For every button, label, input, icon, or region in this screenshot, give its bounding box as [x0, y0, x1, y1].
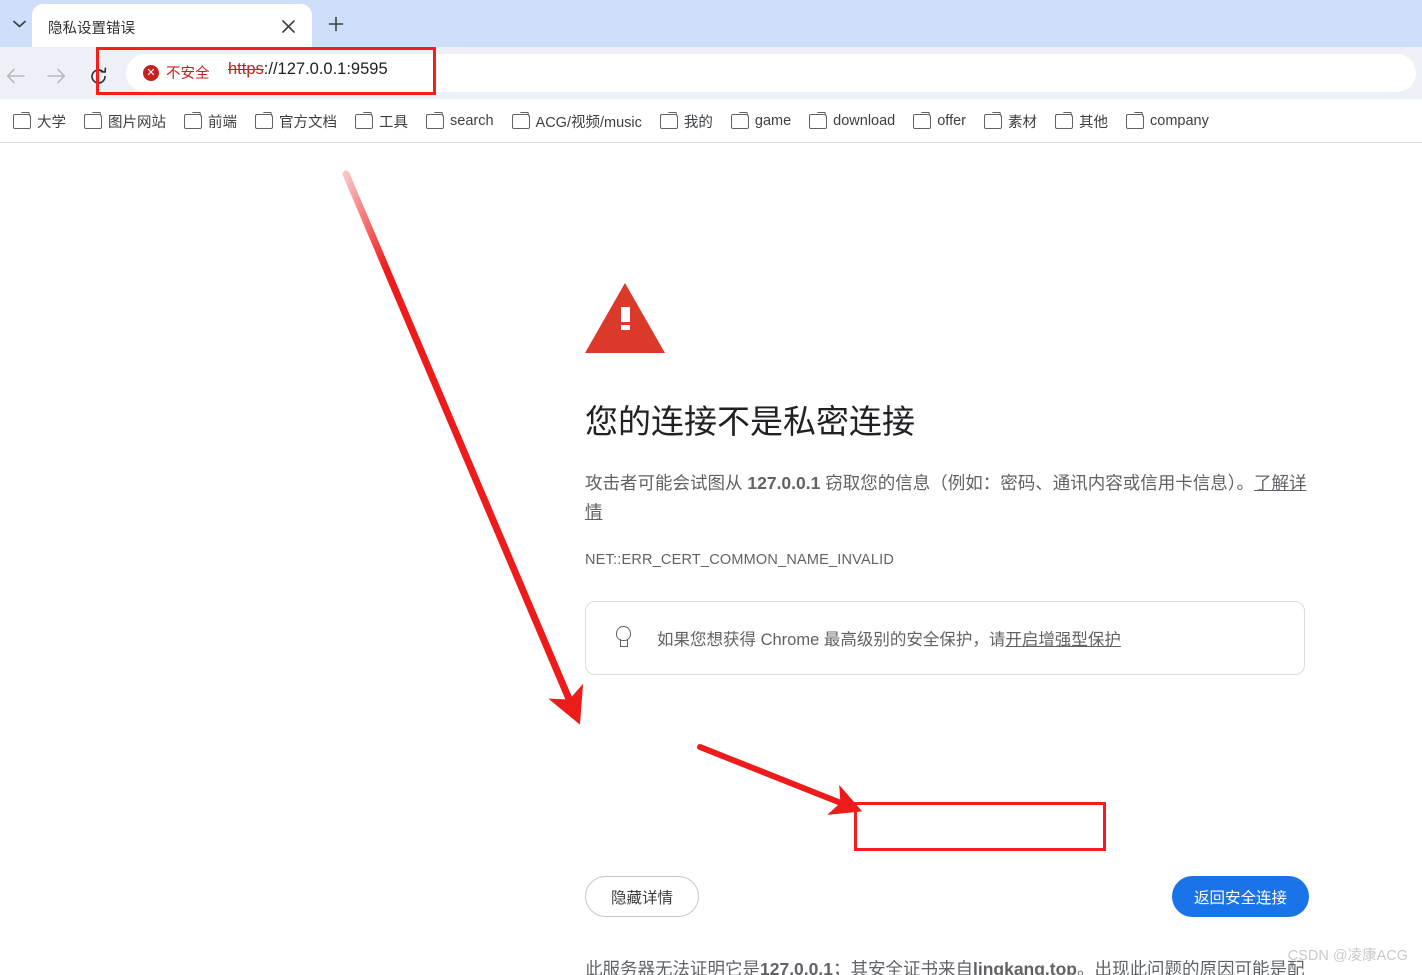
bookmark-label: 大学: [37, 111, 66, 132]
lightbulb-icon: [614, 626, 631, 650]
bookmark-label: 前端: [208, 111, 237, 132]
back-to-safety-button[interactable]: 返回安全连接: [1172, 876, 1309, 917]
tip-text: 如果您想获得 Chrome 最高级别的安全保护，请开启增强型保护: [657, 626, 1121, 650]
enhanced-protection-tip: 如果您想获得 Chrome 最高级别的安全保护，请开启增强型保护: [585, 601, 1305, 675]
folder-icon: [355, 114, 372, 128]
new-tab-button[interactable]: [322, 10, 350, 38]
folder-icon: [255, 114, 272, 128]
details-cert-host: lingkang.top: [973, 959, 1077, 975]
warning-description: 攻击者可能会试图从 127.0.0.1 窃取您的信息（例如：密码、通讯内容或信用…: [585, 469, 1307, 527]
details-part1: 此服务器无法证明它是: [585, 959, 760, 975]
bookmark-item[interactable]: 我的: [651, 107, 722, 136]
folder-icon: [809, 114, 826, 128]
watermark: CSDN @凌康ACG: [1288, 944, 1408, 965]
bookmark-label: download: [833, 113, 895, 129]
tab-title: 隐私设置错误: [48, 17, 135, 38]
bookmark-item[interactable]: 大学: [4, 107, 75, 136]
reload-icon[interactable]: [82, 60, 114, 92]
folder-icon: [660, 114, 677, 128]
bookmark-item[interactable]: download: [800, 109, 904, 133]
details-part2: ；其安全证书来自: [833, 959, 973, 975]
exclamation-mark: [621, 307, 630, 331]
details-host: 127.0.0.1: [760, 959, 833, 975]
folder-icon: [512, 114, 529, 128]
folder-icon: [731, 114, 748, 128]
folder-icon: [13, 114, 30, 128]
error-code: NET::ERR_CERT_COMMON_NAME_INVALID: [585, 552, 1310, 568]
back-icon[interactable]: [0, 60, 32, 92]
bookmark-item[interactable]: 前端: [175, 107, 246, 136]
folder-icon: [84, 114, 101, 128]
folder-icon: [1126, 114, 1143, 128]
url-rest: ://127.0.0.1:9595: [264, 60, 388, 78]
enhanced-protection-link[interactable]: 开启增强型保护: [1005, 631, 1121, 649]
bookmark-label: ACG/视频/music: [536, 111, 642, 132]
url-scheme: https: [228, 60, 264, 78]
address-bar-url[interactable]: https://127.0.0.1:9595: [228, 60, 388, 79]
ssl-interstitial: 您的连接不是私密连接 攻击者可能会试图从 127.0.0.1 窃取您的信息（例如…: [585, 283, 1310, 568]
certificate-details-text: 此服务器无法证明它是127.0.0.1；其安全证书来自lingkang.top。…: [585, 955, 1307, 975]
chevron-down-icon[interactable]: [6, 11, 32, 37]
bookmark-label: 图片网站: [108, 111, 166, 132]
bookmark-item[interactable]: 图片网站: [75, 107, 175, 136]
bookmark-label: 其他: [1079, 111, 1108, 132]
bookmark-label: 素材: [1008, 111, 1037, 132]
warning-prefix: 攻击者可能会试图从: [585, 473, 747, 493]
folder-icon: [913, 114, 930, 128]
bookmark-item[interactable]: ACG/视频/music: [503, 107, 651, 136]
bookmark-item[interactable]: game: [722, 109, 800, 133]
bookmark-label: offer: [937, 113, 966, 129]
tab-strip: 隐私设置错误: [0, 0, 1422, 47]
page-content: 您的连接不是私密连接 攻击者可能会试图从 127.0.0.1 窃取您的信息（例如…: [0, 143, 1422, 975]
bookmark-item[interactable]: search: [417, 109, 503, 133]
bookmark-item[interactable]: 素材: [975, 107, 1046, 136]
folder-icon: [184, 114, 201, 128]
bookmark-item[interactable]: 工具: [346, 107, 417, 136]
bookmark-item[interactable]: 其他: [1046, 107, 1117, 136]
security-status-badge[interactable]: ✕ 不安全: [134, 58, 223, 87]
warning-triangle-icon: [585, 283, 665, 353]
close-icon[interactable]: [278, 16, 298, 36]
forward-icon[interactable]: [40, 60, 72, 92]
warning-middle: 窃取您的信息（例如：密码、通讯内容或信用卡信息）。: [820, 473, 1254, 493]
folder-icon: [426, 114, 443, 128]
bookmark-item[interactable]: company: [1117, 109, 1218, 133]
page-title: 您的连接不是私密连接: [585, 401, 1310, 442]
bookmark-item[interactable]: offer: [904, 109, 975, 133]
bookmarks-bar: 大学 图片网站 前端 官方文档 工具 search ACG/视频/music: [0, 99, 1422, 143]
browser-tab[interactable]: 隐私设置错误: [32, 4, 312, 47]
bookmark-item[interactable]: 官方文档: [246, 107, 346, 136]
not-secure-icon: ✕: [143, 65, 159, 81]
hide-details-button[interactable]: 隐藏详情: [585, 876, 699, 917]
warning-host: 127.0.0.1: [747, 473, 820, 493]
folder-icon: [984, 114, 1001, 128]
folder-icon: [1055, 114, 1072, 128]
tip-prefix: 如果您想获得 Chrome 最高级别的安全保护，请: [657, 631, 1005, 649]
bookmark-label: 我的: [684, 111, 713, 132]
bookmark-label: 工具: [379, 111, 408, 132]
bookmark-label: company: [1150, 113, 1209, 129]
security-status-label: 不安全: [166, 62, 210, 83]
bookmark-label: game: [755, 113, 791, 129]
bookmark-label: search: [450, 113, 494, 129]
bookmark-label: 官方文档: [279, 111, 337, 132]
browser-window: 隐私设置错误 ✕ 不安全: [0, 0, 1422, 975]
